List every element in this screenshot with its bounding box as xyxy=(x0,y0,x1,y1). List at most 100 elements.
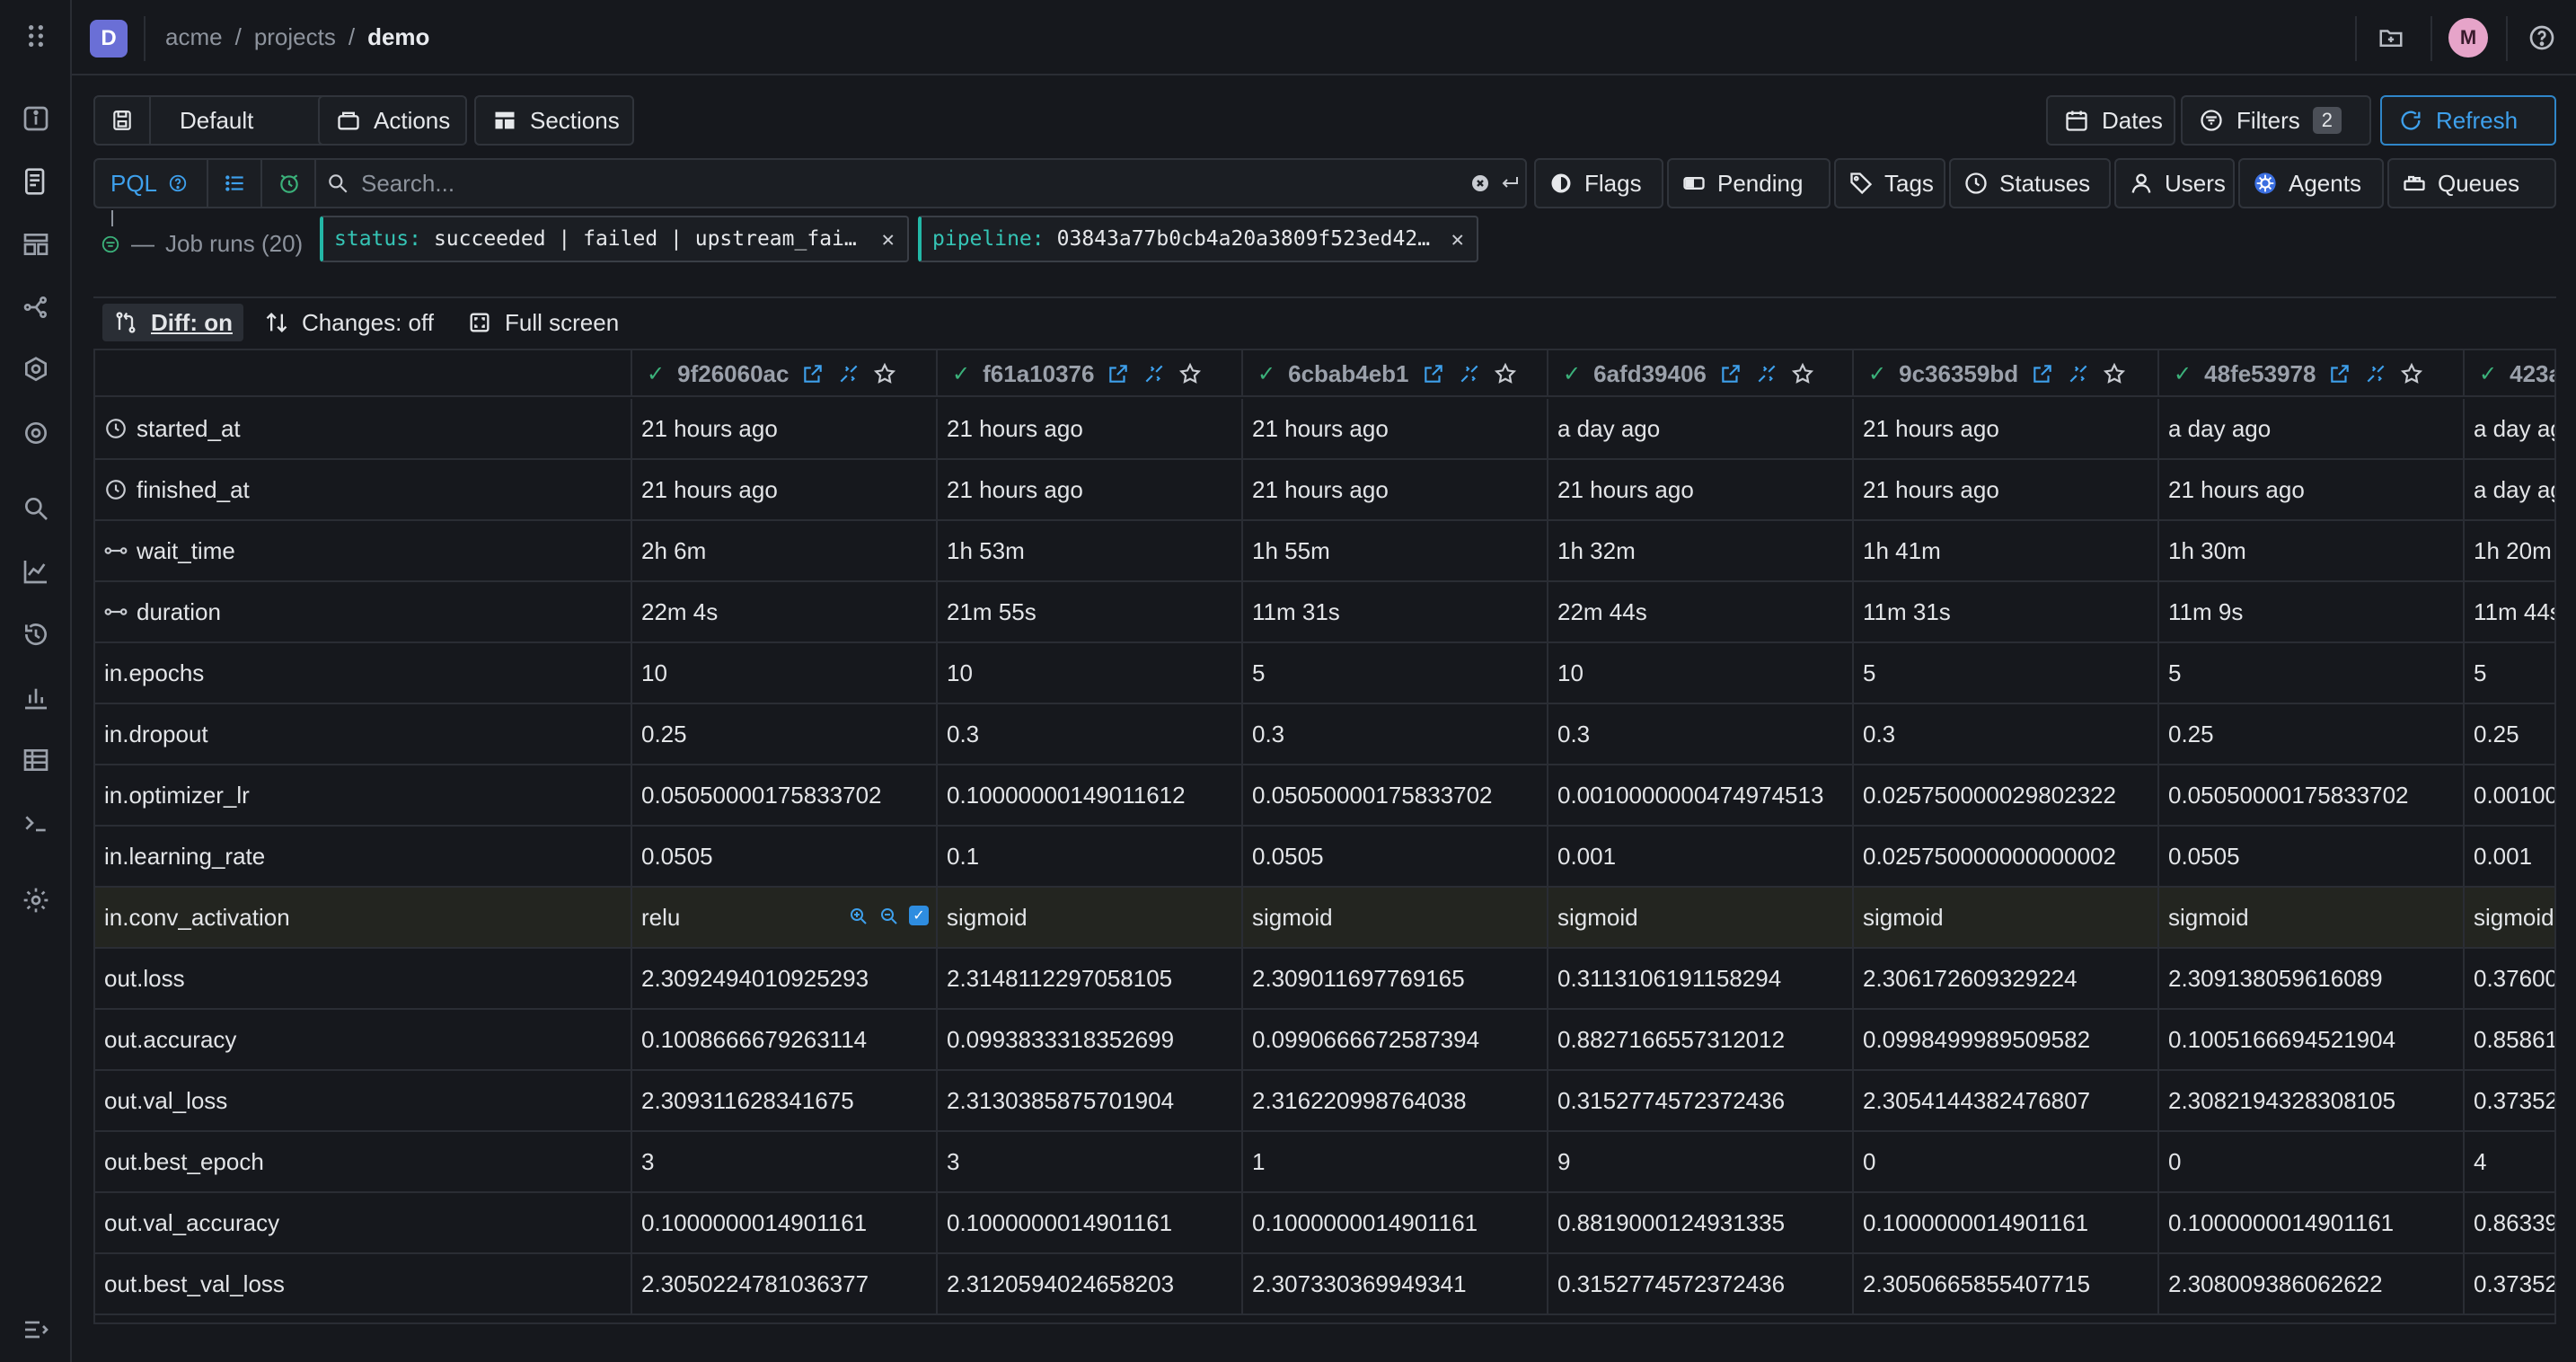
save-icon[interactable] xyxy=(95,97,151,144)
table-cell[interactable]: 0.25 xyxy=(2463,704,2554,764)
table-cell[interactable]: 0.025750000029802322 xyxy=(1852,765,2157,825)
table-cell[interactable]: 2.309138059616089 xyxy=(2157,949,2463,1008)
column-header[interactable]: ✓ 9c36359bd xyxy=(1852,350,2157,397)
table-cell[interactable]: 0.1005166694521904 xyxy=(2157,1010,2463,1069)
run-id[interactable]: 9f26060ac xyxy=(677,360,789,388)
table-cell[interactable]: relu ✓ xyxy=(631,888,936,947)
table-cell[interactable]: 10 xyxy=(1547,643,1852,703)
compare-icon[interactable] xyxy=(2364,362,2387,385)
table-cell[interactable]: sigmoid xyxy=(2157,888,2463,947)
table-cell[interactable]: 2h 6m xyxy=(631,521,936,580)
sections-button[interactable]: Sections xyxy=(474,95,634,146)
run-id[interactable]: 9c36359bd xyxy=(1899,360,2018,388)
table-cell[interactable]: 10 xyxy=(936,643,1241,703)
compare-icon[interactable] xyxy=(837,362,860,385)
zoom-in-icon[interactable] xyxy=(848,906,869,927)
table-cell[interactable]: 2.3082194328308105 xyxy=(2157,1071,2463,1130)
run-id[interactable]: 423a xyxy=(2510,360,2554,388)
table-cell[interactable]: sigmoid xyxy=(1547,888,1852,947)
search-runs-icon[interactable] xyxy=(18,491,54,526)
table-cell[interactable]: 0.05050000175833702 xyxy=(631,765,936,825)
table-cell[interactable]: 21 hours ago xyxy=(1241,399,1547,458)
star-icon[interactable] xyxy=(873,362,896,385)
remove-chip-icon[interactable]: ✕ xyxy=(882,226,895,252)
table-cell[interactable]: 11m 44s xyxy=(2463,582,2554,641)
facet-users[interactable]: Users xyxy=(2114,158,2235,208)
auto-refresh-icon[interactable] xyxy=(264,160,314,207)
filter-chip-pipeline[interactable]: pipeline: 03843a77b0cb4a20a3809f523ed424… xyxy=(918,216,1478,262)
table-cell[interactable]: 21 hours ago xyxy=(1241,460,1547,519)
filter-chip-status[interactable]: status: succeeded | failed | upstream_fa… xyxy=(320,216,909,262)
table-cell[interactable]: sigmoid xyxy=(936,888,1241,947)
table-cell[interactable]: 2.306172609329224 xyxy=(1852,949,2157,1008)
breadcrumb-current[interactable]: demo xyxy=(367,23,429,51)
table-cell[interactable]: 0.0010000000474974513 xyxy=(1547,765,1852,825)
settings-icon[interactable] xyxy=(18,882,54,918)
star-icon[interactable] xyxy=(1494,362,1517,385)
fullscreen-button[interactable]: Full screen xyxy=(456,304,630,341)
enter-icon[interactable] xyxy=(1495,160,1525,207)
compare-icon[interactable] xyxy=(1142,362,1166,385)
table-cell[interactable]: 3 xyxy=(631,1132,936,1191)
table-cell[interactable]: 0.0990666672587394 xyxy=(1241,1010,1547,1069)
column-header[interactable]: ✓ 6afd39406 xyxy=(1547,350,1852,397)
table-cell[interactable]: 0.37600 xyxy=(2463,949,2554,1008)
filters-button[interactable]: Filters 2 xyxy=(2181,95,2371,146)
table-cell[interactable]: 2.3092494010925293 xyxy=(631,949,936,1008)
table-cell[interactable]: 22m 44s xyxy=(1547,582,1852,641)
table-cell[interactable]: 1h 55m xyxy=(1241,521,1547,580)
compare-icon[interactable] xyxy=(1458,362,1481,385)
table-cell[interactable]: 1 xyxy=(1241,1132,1547,1191)
table-cell[interactable]: 5 xyxy=(2463,643,2554,703)
checkbox-icon[interactable]: ✓ xyxy=(909,906,929,925)
clear-search-icon[interactable] xyxy=(1468,160,1493,207)
table-cell[interactable]: 0.001 xyxy=(1547,827,1852,886)
table-cell[interactable]: 0.8827166557312012 xyxy=(1547,1010,1852,1069)
table-cell[interactable]: 0 xyxy=(2157,1132,2463,1191)
actions-button[interactable]: Actions xyxy=(318,95,467,146)
table-cell[interactable]: 1h 32m xyxy=(1547,521,1852,580)
column-header[interactable]: ✓ 9f26060ac xyxy=(631,350,936,397)
org-badge[interactable]: D xyxy=(90,20,128,57)
history-icon[interactable] xyxy=(18,616,54,652)
table-cell[interactable]: 11m 9s xyxy=(2157,582,2463,641)
external-link-icon[interactable] xyxy=(1107,362,1130,385)
table-cell[interactable]: 2.3050224781036377 xyxy=(631,1254,936,1313)
avatar[interactable]: M xyxy=(2448,18,2488,57)
external-link-icon[interactable] xyxy=(801,362,825,385)
table-cell[interactable]: 9 xyxy=(1547,1132,1852,1191)
table-cell[interactable]: 0.3152774572372436 xyxy=(1547,1254,1852,1313)
table-cell[interactable]: 0.025750000000000002 xyxy=(1852,827,2157,886)
table-cell[interactable]: 21 hours ago xyxy=(2157,460,2463,519)
app-grid-icon[interactable] xyxy=(18,18,54,54)
table-cell[interactable]: 0.05050000175833702 xyxy=(1241,765,1547,825)
compare-icon[interactable] xyxy=(2067,362,2090,385)
table-cell[interactable]: 0.3152774572372436 xyxy=(1547,1071,1852,1130)
table-cell[interactable]: 0.3 xyxy=(936,704,1241,764)
table-cell[interactable]: 0.0505 xyxy=(2157,827,2463,886)
table-cell[interactable]: 0.0998499989509582 xyxy=(1852,1010,2157,1069)
table-cell[interactable]: 0.25 xyxy=(2157,704,2463,764)
table-cell[interactable]: 0.1000000014901161 xyxy=(1852,1193,2157,1252)
agents-icon[interactable] xyxy=(18,352,54,388)
table-cell[interactable]: 5 xyxy=(1852,643,2157,703)
table-cell[interactable]: 3 xyxy=(936,1132,1241,1191)
table-cell[interactable]: 0.1008666679263114 xyxy=(631,1010,936,1069)
table-cell[interactable]: 4 xyxy=(2463,1132,2554,1191)
table-cell[interactable]: 21 hours ago xyxy=(936,399,1241,458)
table-cell[interactable]: 2.309311628341675 xyxy=(631,1071,936,1130)
metrics-icon[interactable] xyxy=(18,553,54,589)
terminal-icon[interactable] xyxy=(18,805,54,841)
table-cell[interactable]: 0.1000000014901161 xyxy=(936,1193,1241,1252)
external-link-icon[interactable] xyxy=(1422,362,1445,385)
table-cell[interactable]: 2.3130385875701904 xyxy=(936,1071,1241,1130)
facet-statuses[interactable]: Statuses xyxy=(1949,158,2111,208)
table-cell[interactable]: 21 hours ago xyxy=(631,460,936,519)
table-cell[interactable]: a day ago xyxy=(1547,399,1852,458)
table-cell[interactable]: 1h 20m xyxy=(2463,521,2554,580)
refresh-button[interactable]: Refresh xyxy=(2380,95,2556,146)
table-cell[interactable]: 2.316220998764038 xyxy=(1241,1071,1547,1130)
external-link-icon[interactable] xyxy=(1719,362,1742,385)
table-cell[interactable]: 1h 30m xyxy=(2157,521,2463,580)
runs-icon[interactable] xyxy=(18,164,54,199)
